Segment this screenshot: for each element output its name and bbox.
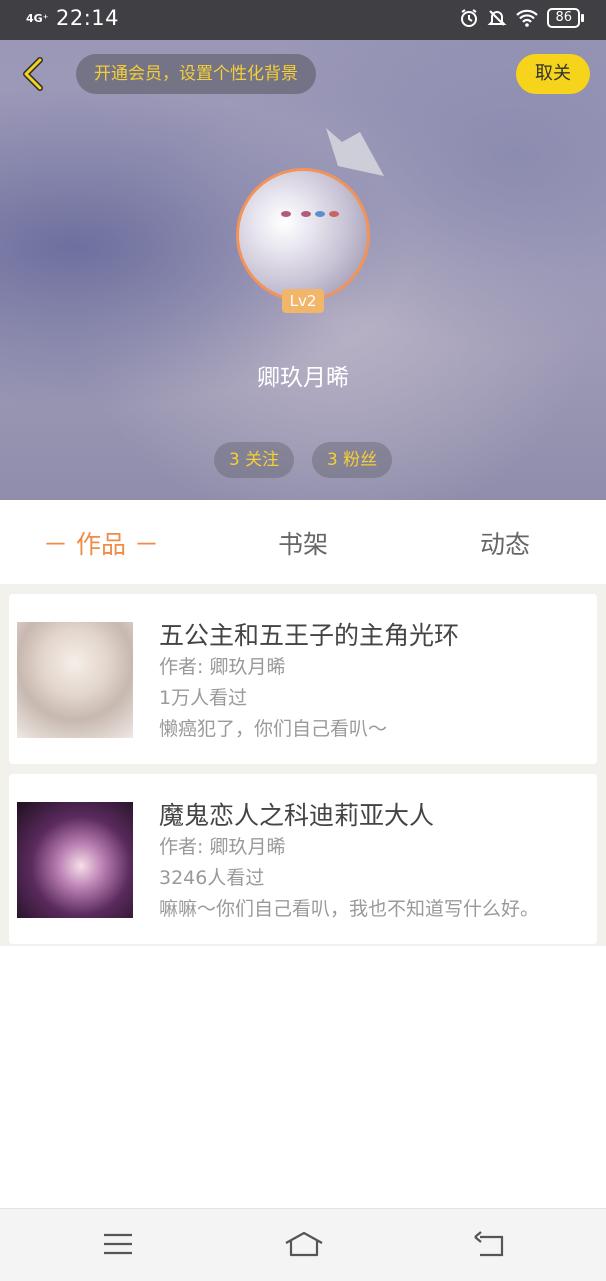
signal-indicator: 4G⁺ — [26, 11, 49, 25]
avatar[interactable] — [236, 168, 370, 302]
book-cover — [17, 622, 133, 738]
home-icon[interactable] — [284, 1229, 324, 1259]
book-cover — [17, 802, 133, 918]
book-views: 1万人看过 — [159, 687, 248, 709]
list-item[interactable]: 五公主和五王子的主角光环 作者: 卿玖月晞 1万人看过 懒癌犯了，你们自己看叭～ — [9, 594, 597, 764]
tab-works[interactable]: － 作品 － — [0, 502, 202, 584]
list-item[interactable]: 魔鬼恋人之科迪莉亚大人 作者: 卿玖月晞 3246人看过 嘛嘛～你们自己看叭，我… — [9, 774, 597, 944]
book-description: 嘛嘛～你们自己看叭，我也不知道写什么好。 — [159, 898, 540, 920]
vip-background-promo[interactable]: 开通会员，设置个性化背景 — [76, 54, 316, 94]
back-chevron-icon[interactable] — [14, 54, 54, 94]
battery-indicator: 86 — [547, 8, 584, 28]
book-author: 作者: 卿玖月晞 — [159, 656, 286, 678]
status-time: 22:14 — [56, 6, 120, 30]
status-bar: 4G⁺ 22:14 86 — [0, 0, 606, 40]
mute-bell-icon — [488, 10, 507, 26]
unfollow-button[interactable]: 取关 — [516, 54, 590, 94]
wifi-icon — [516, 9, 539, 27]
book-title: 魔鬼恋人之科迪莉亚大人 — [159, 801, 435, 830]
menu-icon[interactable] — [101, 1229, 135, 1259]
back-icon[interactable] — [472, 1229, 506, 1259]
book-views: 3246人看过 — [159, 867, 265, 889]
system-nav-bar — [0, 1208, 606, 1281]
works-list: 五公主和五王子的主角光环 作者: 卿玖月晞 1万人看过 懒癌犯了，你们自己看叭～… — [0, 584, 606, 946]
book-title: 五公主和五王子的主角光环 — [159, 621, 460, 650]
book-author: 作者: 卿玖月晞 — [159, 836, 286, 858]
book-description: 懒癌犯了，你们自己看叭～ — [159, 718, 388, 740]
tab-bookshelf[interactable]: 书架 — [202, 502, 404, 584]
profile-tabs: － 作品 － 书架 动态 — [0, 502, 606, 584]
profile-header: 开通会员，设置个性化背景 取关 Lv2 卿玖月晞 3 关注 3 粉丝 — [0, 40, 606, 500]
following-count[interactable]: 3 关注 — [214, 442, 294, 478]
tab-activity[interactable]: 动态 — [404, 502, 606, 584]
username: 卿玖月晞 — [257, 365, 349, 391]
level-badge: Lv2 — [282, 289, 324, 313]
fans-count[interactable]: 3 粉丝 — [312, 442, 392, 478]
alarm-icon — [461, 9, 478, 27]
